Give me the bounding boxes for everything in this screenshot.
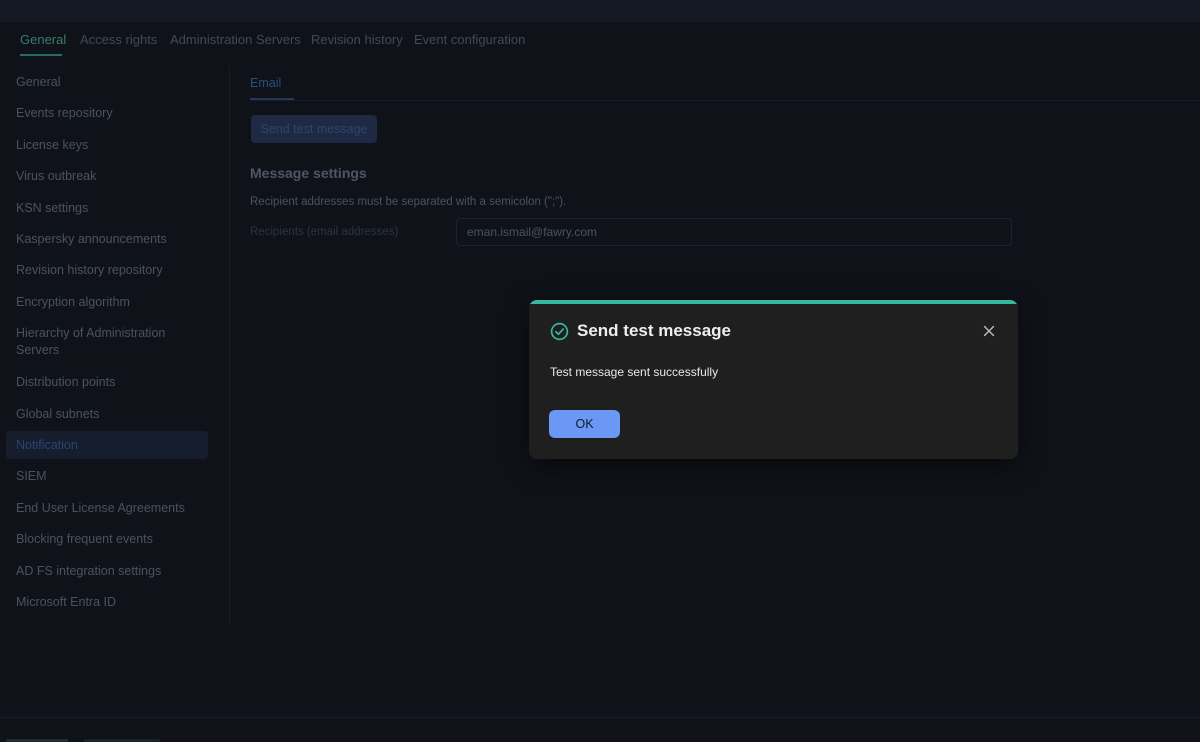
active-tab-indicator: [20, 54, 62, 56]
tab-general[interactable]: General: [20, 32, 66, 47]
sidebar-item-distribution-points[interactable]: Distribution points: [6, 374, 208, 391]
recipients-input[interactable]: eman.ismail@fawry.com: [456, 218, 1012, 246]
top-tab-bar: General Access rights Administration Ser…: [0, 22, 1200, 60]
dialog-message: Test message sent successfully: [550, 365, 719, 379]
divider: [250, 100, 1200, 101]
tab-access-rights[interactable]: Access rights: [80, 32, 157, 47]
sidebar-item-license-keys[interactable]: License keys: [6, 137, 208, 154]
subtab-email[interactable]: Email: [250, 76, 281, 90]
recipients-hint: Recipient addresses must be separated wi…: [250, 196, 567, 208]
sidebar-item-kaspersky-announcements[interactable]: Kaspersky announcements: [6, 231, 208, 248]
sidebar-item-notification[interactable]: Notification: [6, 431, 208, 459]
sidebar-item-siem[interactable]: SIEM: [6, 468, 208, 485]
settings-sidebar: General Events repository License keys V…: [0, 66, 230, 626]
success-accent-bar: [529, 300, 1018, 304]
sidebar-item-general[interactable]: General: [6, 74, 208, 91]
sidebar-item-ksn-settings[interactable]: KSN settings: [6, 200, 208, 217]
close-icon[interactable]: [982, 324, 996, 338]
tab-revision-history[interactable]: Revision history: [311, 32, 403, 47]
sidebar-item-encryption-algorithm[interactable]: Encryption algorithm: [6, 294, 208, 311]
sidebar-item-hierarchy[interactable]: Hierarchy of Administration Servers: [6, 325, 196, 359]
send-test-message-dialog: Send test message Test message sent succ…: [529, 300, 1018, 459]
recipients-label: Recipients (email addresses): [250, 226, 399, 238]
app-window: General Access rights Administration Ser…: [0, 0, 1200, 742]
sidebar-item-virus-outbreak[interactable]: Virus outbreak: [6, 168, 208, 185]
sidebar-item-adfs[interactable]: AD FS integration settings: [6, 563, 208, 580]
tab-event-configuration[interactable]: Event configuration: [414, 32, 525, 47]
sidebar-item-blocking-frequent-events[interactable]: Blocking frequent events: [6, 531, 208, 548]
section-title: Message settings: [250, 165, 367, 181]
top-header: [0, 0, 1200, 22]
check-circle-icon: [550, 322, 569, 341]
ok-button[interactable]: OK: [549, 410, 620, 438]
dialog-title: Send test message: [577, 321, 732, 340]
send-test-message-button[interactable]: Send test message: [251, 115, 377, 143]
sidebar-item-events-repository[interactable]: Events repository: [6, 105, 208, 122]
sidebar-item-global-subnets[interactable]: Global subnets: [6, 406, 208, 423]
sidebar-item-eula[interactable]: End User License Agreements: [6, 500, 208, 517]
footer-divider: [0, 717, 1200, 718]
sidebar-item-revision-history-repository[interactable]: Revision history repository: [6, 262, 208, 279]
sidebar-item-entra-id[interactable]: Microsoft Entra ID: [6, 594, 208, 611]
tab-administration-servers[interactable]: Administration Servers: [170, 32, 301, 47]
